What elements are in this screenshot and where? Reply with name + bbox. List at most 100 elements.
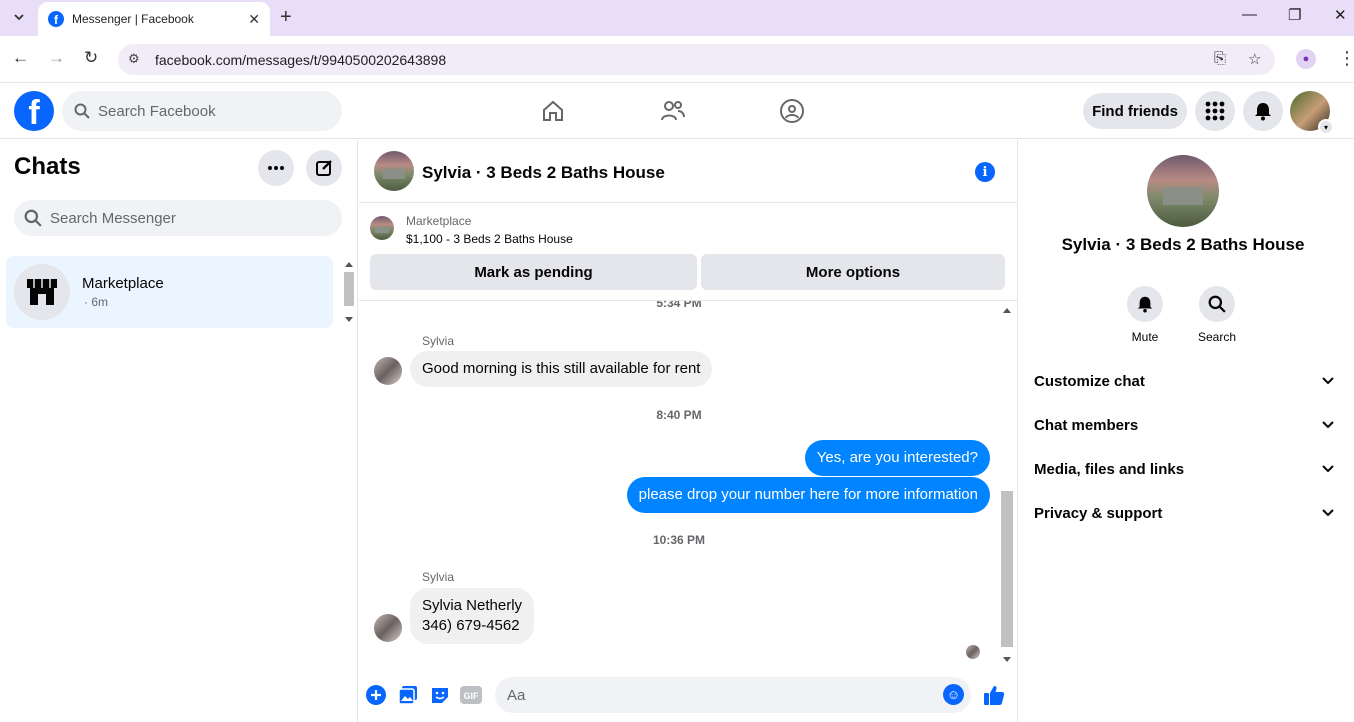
search-icon bbox=[74, 103, 90, 119]
restore-button[interactable]: ❐ bbox=[1288, 6, 1301, 24]
browser-menu-icon[interactable]: ⋮ bbox=[1338, 48, 1354, 69]
menu-grid-button[interactable] bbox=[1195, 91, 1235, 131]
facebook-favicon-icon: f bbox=[48, 11, 64, 27]
photo-icon[interactable] bbox=[397, 684, 419, 706]
groups-icon[interactable] bbox=[778, 97, 806, 125]
chat-name: Marketplace bbox=[82, 275, 164, 292]
browser-profile-icon[interactable]: ● bbox=[1296, 49, 1316, 69]
like-thumbs-up-icon[interactable] bbox=[983, 684, 1005, 706]
minimize-button[interactable]: — bbox=[1242, 6, 1257, 23]
listing-avatar[interactable] bbox=[374, 151, 414, 191]
more-options-button[interactable]: More options bbox=[701, 254, 1005, 290]
chats-options-button[interactable] bbox=[258, 150, 294, 186]
more-icon bbox=[268, 166, 284, 170]
chat-time: · 6m bbox=[84, 295, 108, 309]
sender-avatar[interactable] bbox=[374, 357, 402, 385]
omnibox[interactable]: ⚙ facebook.com/messages/t/99405002026438… bbox=[118, 44, 1275, 75]
listing-price-title[interactable]: $1,100 - 3 Beds 2 Baths House bbox=[406, 232, 573, 246]
messenger-search-placeholder: Search Messenger bbox=[50, 209, 176, 227]
forward-button[interactable]: → bbox=[48, 48, 65, 68]
reload-button[interactable]: ↻ bbox=[84, 48, 98, 68]
site-settings-icon[interactable]: ⚙ bbox=[128, 51, 140, 67]
search-label: Search bbox=[1197, 330, 1237, 344]
outgoing-message[interactable]: please drop your number here for more in… bbox=[626, 477, 990, 513]
compose-icon bbox=[316, 160, 332, 176]
chevron-down-icon bbox=[1322, 465, 1334, 473]
gif-icon[interactable]: GIF bbox=[460, 684, 482, 706]
mark-as-pending-button[interactable]: Mark as pending bbox=[370, 254, 697, 290]
message-line: Sylvia Netherly bbox=[422, 597, 523, 614]
section-title: Media, files and links bbox=[1034, 460, 1185, 478]
sender-name: Sylvia bbox=[422, 570, 455, 584]
incoming-message[interactable]: Good morning is this still available for… bbox=[410, 351, 713, 387]
home-icon[interactable] bbox=[539, 97, 567, 125]
svg-text:GIF: GIF bbox=[464, 691, 480, 701]
find-friends-button[interactable]: Find friends bbox=[1083, 93, 1187, 129]
timestamp: 5:34 PM bbox=[656, 301, 702, 310]
search-in-conversation-button[interactable]: Search bbox=[1197, 286, 1237, 344]
address-bar-row: ← → ↻ ⚙ facebook.com/messages/t/99405002… bbox=[0, 36, 1354, 83]
tab-close-icon[interactable]: ✕ bbox=[248, 11, 260, 28]
browser-tab-bar: f Messenger | Facebook ✕ + — ❐ ✕ bbox=[0, 0, 1354, 36]
info-icon[interactable]: i bbox=[975, 162, 995, 182]
messenger-search-input[interactable]: Search Messenger bbox=[14, 200, 342, 236]
window-close-button[interactable]: ✕ bbox=[1334, 6, 1347, 24]
facebook-logo-icon[interactable]: f bbox=[14, 91, 54, 131]
mute-label: Mute bbox=[1131, 330, 1159, 344]
incoming-message[interactable]: Sylvia Netherly 346) 679-4562 bbox=[410, 588, 535, 644]
url-text[interactable]: facebook.com/messages/t/9940500202643898 bbox=[155, 52, 446, 68]
install-app-icon[interactable]: ⎘ bbox=[1214, 50, 1226, 67]
media-files-links-section[interactable]: Media, files and links bbox=[1034, 455, 1334, 483]
bookmark-star-icon[interactable]: ☆ bbox=[1248, 50, 1261, 68]
marketplace-listing-banner: Marketplace $1,100 - 3 Beds 2 Baths Hous… bbox=[359, 203, 1017, 301]
message-composer: GIF Aa ☺ bbox=[359, 668, 1017, 722]
customize-chat-section[interactable]: Customize chat bbox=[1034, 367, 1334, 395]
timestamp: 8:40 PM bbox=[656, 408, 702, 422]
section-title: Customize chat bbox=[1034, 372, 1145, 390]
seen-avatar-icon bbox=[966, 645, 980, 659]
marketplace-label: Marketplace bbox=[406, 214, 472, 228]
section-title: Chat members bbox=[1034, 416, 1139, 434]
sender-name: Sylvia bbox=[422, 334, 455, 348]
conversation-details-panel: Sylvia · 3 Beds 2 Baths House Mute Searc… bbox=[1017, 140, 1354, 722]
facebook-search-input[interactable]: Search Facebook bbox=[62, 91, 342, 131]
sender-avatar[interactable] bbox=[374, 614, 402, 642]
grid-icon bbox=[1205, 101, 1225, 121]
conversation-header: Sylvia · 3 Beds 2 Baths House i bbox=[359, 140, 1017, 203]
new-tab-button[interactable]: + bbox=[280, 6, 292, 29]
details-title: Sylvia · 3 Beds 2 Baths House bbox=[1061, 235, 1305, 254]
chat-list-item[interactable]: Marketplace · 6m bbox=[6, 256, 333, 328]
privacy-support-section[interactable]: Privacy & support bbox=[1034, 499, 1334, 527]
timestamp: 10:36 PM bbox=[652, 533, 706, 547]
search-icon bbox=[24, 209, 42, 227]
conversation-title[interactable]: Sylvia · 3 Beds 2 Baths House bbox=[422, 163, 665, 183]
chats-title: Chats bbox=[14, 153, 81, 180]
message-input[interactable]: Aa ☺ bbox=[495, 677, 971, 713]
chats-sidebar: Chats Search Messenger Marketplace · 6m bbox=[0, 140, 358, 722]
chevron-down-icon: ▾ bbox=[1318, 119, 1334, 135]
facebook-search-placeholder: Search Facebook bbox=[98, 102, 216, 120]
sidebar-scrollbar[interactable] bbox=[342, 258, 356, 326]
profile-avatar[interactable]: ▾ bbox=[1290, 91, 1334, 135]
emoji-icon[interactable]: ☺ bbox=[943, 684, 964, 705]
listing-thumbnail[interactable] bbox=[370, 216, 394, 240]
tab-search-button[interactable] bbox=[8, 6, 30, 28]
add-icon[interactable] bbox=[365, 684, 387, 706]
message-list: 5:34 PM Sylvia Good morning is this stil… bbox=[359, 301, 999, 668]
section-title: Privacy & support bbox=[1034, 504, 1163, 522]
mute-button[interactable]: Mute bbox=[1125, 286, 1165, 344]
new-message-button[interactable] bbox=[306, 150, 342, 186]
outgoing-message[interactable]: Yes, are you interested? bbox=[804, 440, 990, 476]
sticker-icon[interactable] bbox=[429, 684, 451, 706]
details-avatar[interactable] bbox=[1147, 155, 1219, 227]
message-line: 346) 679-4562 bbox=[422, 617, 520, 634]
conversation-scrollbar[interactable] bbox=[999, 301, 1015, 668]
browser-tab[interactable]: f Messenger | Facebook ✕ bbox=[38, 2, 270, 36]
notifications-button[interactable] bbox=[1243, 91, 1283, 131]
back-button[interactable]: ← bbox=[12, 48, 29, 68]
bell-icon bbox=[1127, 286, 1163, 322]
friends-icon[interactable] bbox=[659, 97, 687, 125]
message-input-placeholder: Aa bbox=[507, 687, 526, 704]
facebook-header: f Search Facebook Find friends ▾ bbox=[0, 83, 1354, 139]
chat-members-section[interactable]: Chat members bbox=[1034, 411, 1334, 439]
